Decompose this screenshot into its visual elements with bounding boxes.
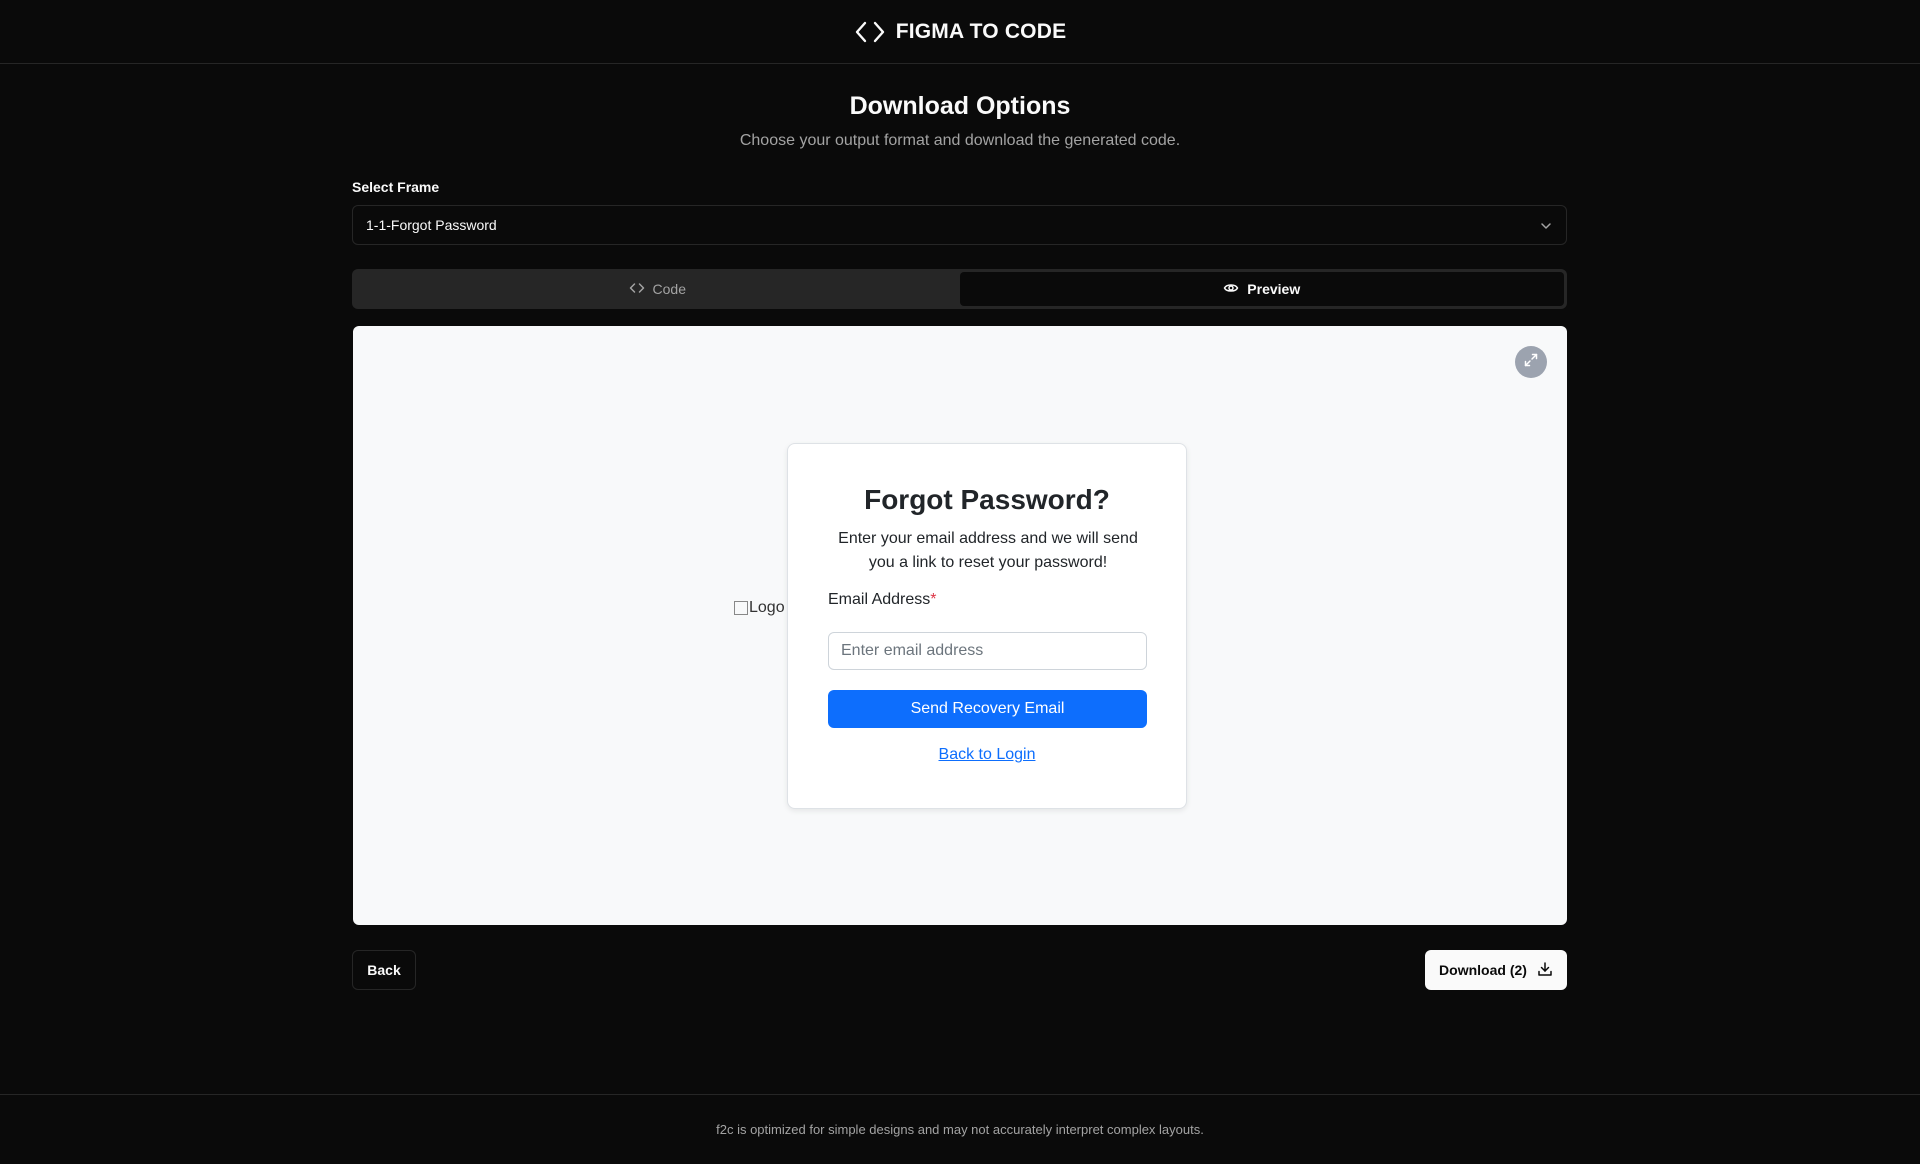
forgot-password-card: Forgot Password? Enter your email addres… [787,443,1187,809]
expand-preview-button[interactable] [1515,346,1547,378]
card-title: Forgot Password? [864,484,1110,515]
required-mark: * [930,591,937,608]
logo-alt-text: Logo [749,599,785,616]
email-label: Email Address* [828,591,937,609]
brand-title: FIGMA TO CODE [895,19,1067,43]
back-button[interactable]: Back [352,950,416,990]
broken-logo-image: Logo [734,599,785,617]
frame-select-value: 1-1-Forgot Password [366,217,497,233]
preview-panel: Logo Forgot Password? Enter your email a… [353,326,1567,925]
tab-code-label: Code [652,281,686,297]
chevron-down-icon [1538,218,1554,234]
back-to-login-link: Back to Login [788,746,1186,764]
download-button[interactable]: Download (2) [1425,950,1567,990]
tab-code[interactable]: Code [355,272,960,306]
broken-image-icon [734,601,748,615]
send-recovery-email-button[interactable]: Send Recovery Email [828,690,1147,728]
tab-preview-label: Preview [1247,281,1301,297]
code-icon [629,280,645,299]
app-footer: f2c is optimized for simple designs and … [0,1094,1920,1164]
app-header: FIGMA TO CODE [0,0,1920,64]
expand-icon [1523,352,1539,373]
frame-select-dropdown[interactable]: 1-1-Forgot Password [352,205,1567,245]
tab-preview[interactable]: Preview [959,272,1564,306]
email-label-text: Email Address [828,591,931,608]
card-description: Enter your email address and we will sen… [838,530,1138,571]
output-tabs: Code Preview [352,269,1567,309]
eye-icon [1223,280,1239,299]
page-title: Download Options [849,92,1071,120]
back-to-login-text[interactable]: Back to Login [939,746,1036,763]
download-icon [1537,961,1553,980]
select-frame-label: Select Frame [352,179,440,195]
footer-notice: f2c is optimized for simple designs and … [716,1122,1204,1137]
page-subtitle: Choose your output format and download t… [739,132,1181,149]
email-field[interactable] [828,632,1147,670]
code-brackets-icon [854,21,886,43]
download-button-label: Download (2) [1439,962,1527,978]
